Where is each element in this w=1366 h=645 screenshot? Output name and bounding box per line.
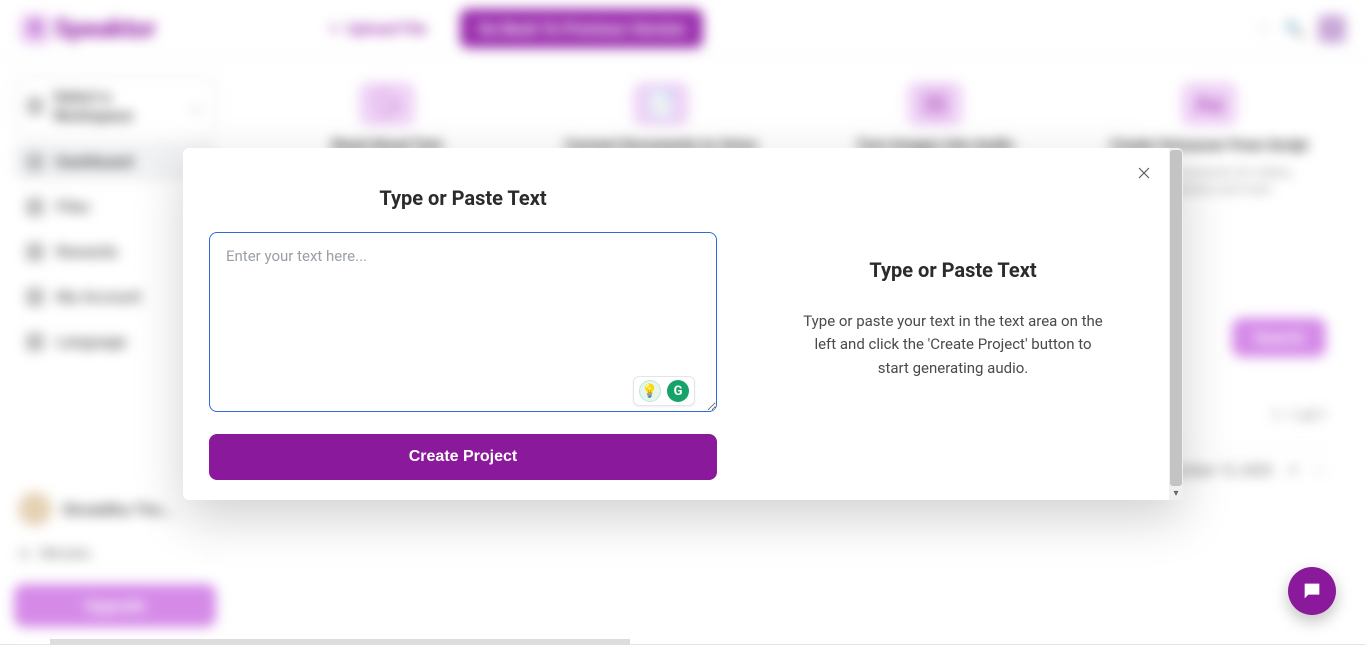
extension-lightbulb-icon[interactable]: 💡 xyxy=(639,380,661,402)
bottom-tab-shadow xyxy=(50,639,340,645)
extension-grammarly-icon[interactable]: G xyxy=(667,380,689,402)
type-paste-modal: ▾ Type or Paste Text 💡 G Create Project … xyxy=(183,148,1183,500)
close-button[interactable] xyxy=(1133,162,1155,184)
modal-right-title: Type or Paste Text xyxy=(773,258,1133,282)
modal-left-pane: Type or Paste Text 💡 G Create Project xyxy=(183,148,743,500)
modal-right-pane: Type or Paste Text Type or paste your te… xyxy=(743,148,1183,500)
create-project-button[interactable]: Create Project xyxy=(209,434,717,480)
extension-badges: 💡 G xyxy=(633,376,695,406)
bottom-tab-shadow xyxy=(340,639,630,645)
scroll-down-icon[interactable]: ▾ xyxy=(1169,486,1183,500)
modal-scrollbar-thumb[interactable] xyxy=(1170,150,1182,486)
chat-fab[interactable] xyxy=(1288,567,1336,615)
modal-scrollbar-track[interactable]: ▾ xyxy=(1169,148,1183,500)
close-icon xyxy=(1137,166,1151,180)
modal-right-body: Type or paste your text in the text area… xyxy=(803,310,1103,380)
chat-icon xyxy=(1301,580,1323,602)
modal-left-title: Type or Paste Text xyxy=(209,186,717,210)
modal-overlay: ▾ Type or Paste Text 💡 G Create Project … xyxy=(0,0,1366,645)
